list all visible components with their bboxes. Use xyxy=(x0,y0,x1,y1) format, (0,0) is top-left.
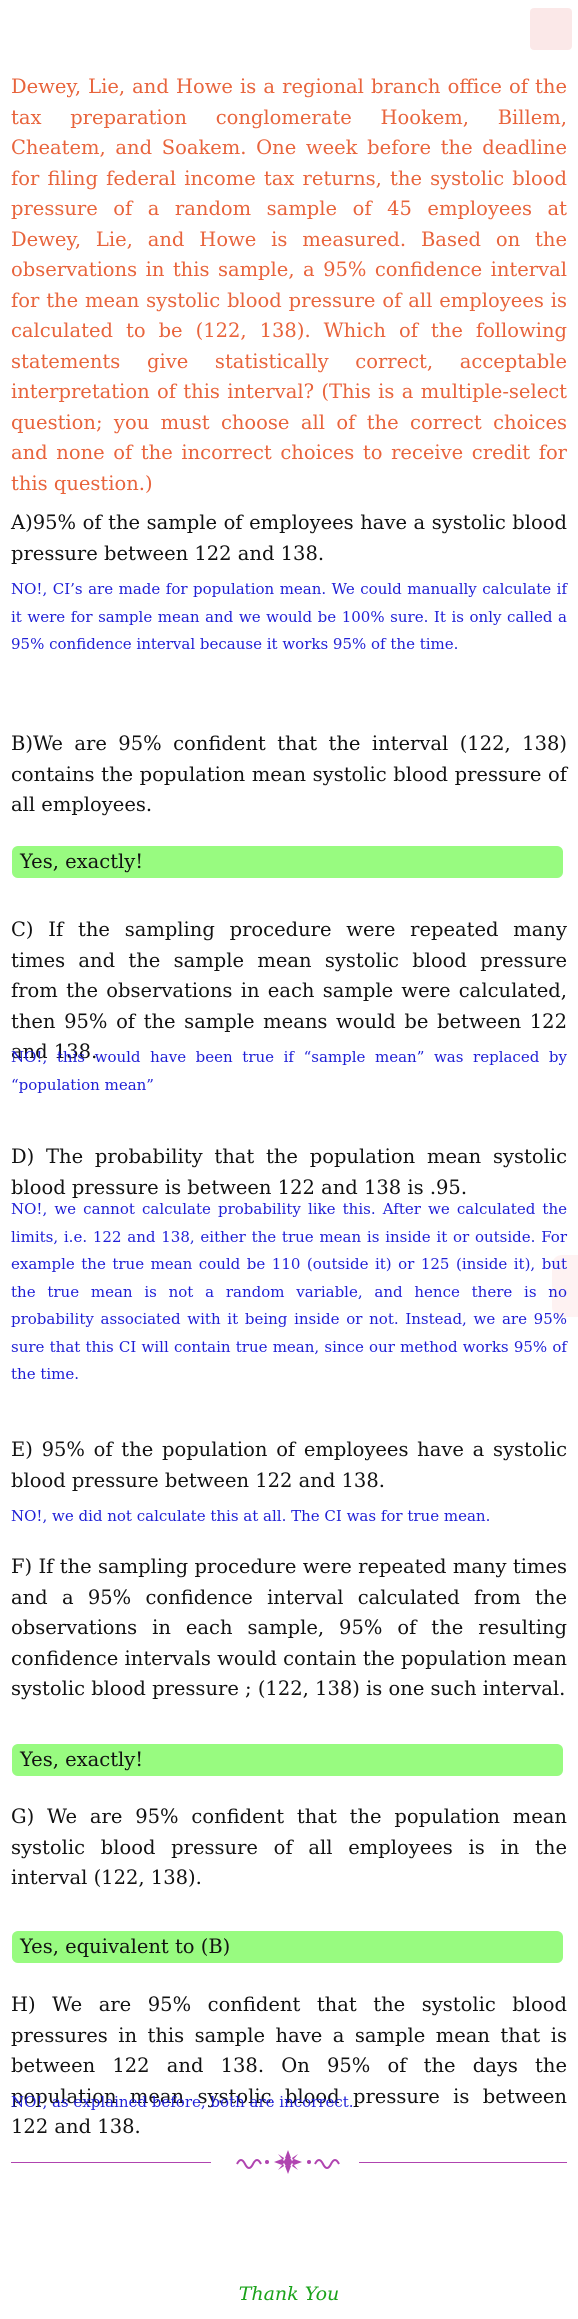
option-e: E) 95% of the population of employees ha… xyxy=(11,1438,567,1492)
option-d-note: NO!, we cannot calculate probability lik… xyxy=(11,1200,567,1383)
option-f-answer: Yes, exactly! xyxy=(12,1744,563,1776)
divider-left xyxy=(11,2162,211,2163)
ornament-icon xyxy=(236,2150,340,2174)
option-d: D) The probability that the population m… xyxy=(11,1145,567,1199)
option-b: B)We are 95% confident that the interval… xyxy=(11,732,567,816)
option-b-answer: Yes, exactly! xyxy=(12,846,563,878)
option-g: G) We are 95% confident that the populat… xyxy=(11,1805,567,1889)
option-h-note: NO!, as explained before, both are incor… xyxy=(11,2093,354,2111)
divider-right xyxy=(359,2162,567,2163)
option-h: H) We are 95% confident that the systoli… xyxy=(11,1993,567,2138)
question-text: Dewey, Lie, and Howe is a regional branc… xyxy=(11,75,567,495)
option-a: A)95% of the sample of employees have a … xyxy=(11,511,567,565)
closing-text: Thank You xyxy=(238,2283,340,2305)
option-a-note: NO!, CI’s are made for population mean. … xyxy=(11,580,567,653)
corner-logo xyxy=(530,8,572,50)
option-c-note: NO!, this would have been true if “sampl… xyxy=(11,1048,567,1094)
option-f: F) If the sampling procedure were repeat… xyxy=(11,1555,567,1700)
option-e-note: NO!, we did not calculate this at all. T… xyxy=(11,1507,491,1525)
option-g-answer: Yes, equivalent to (B) xyxy=(12,1931,563,1963)
